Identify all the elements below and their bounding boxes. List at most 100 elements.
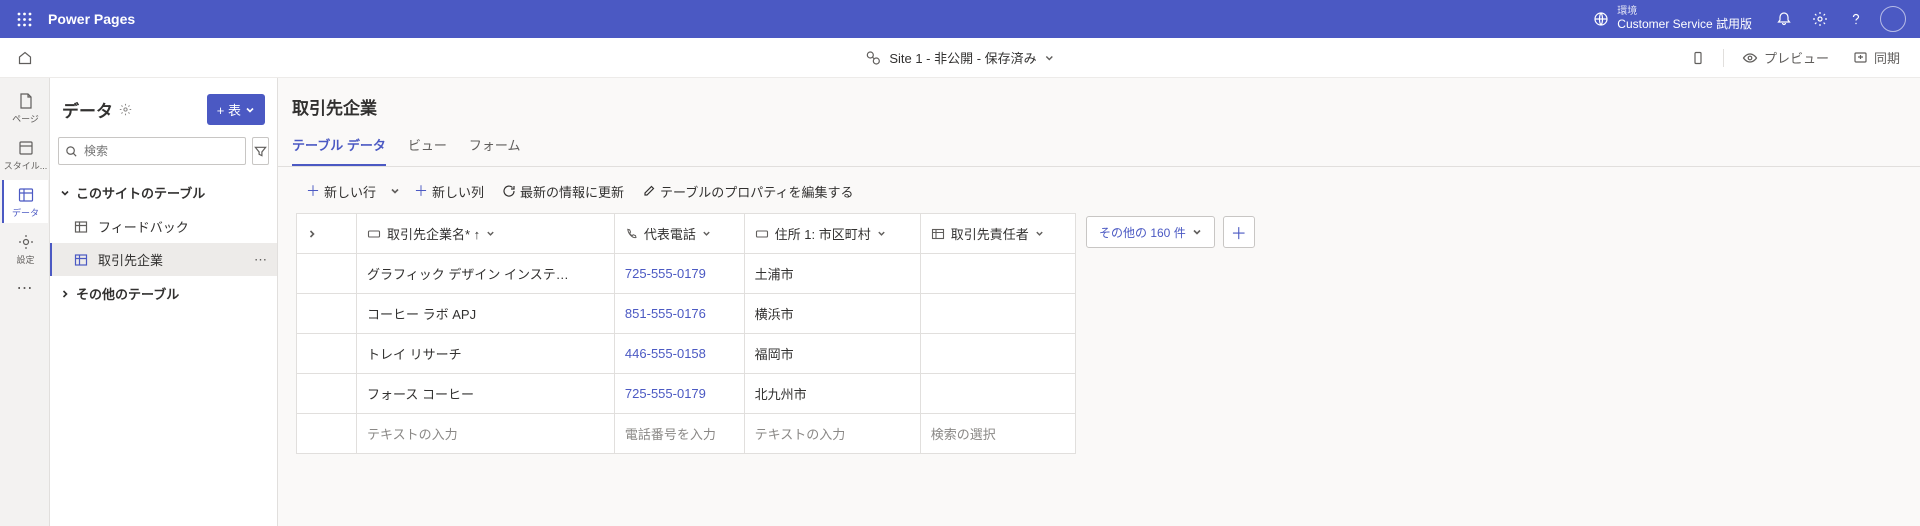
row-selector-header[interactable] bbox=[297, 214, 357, 254]
user-avatar[interactable] bbox=[1880, 6, 1906, 32]
row-selector[interactable] bbox=[297, 294, 357, 334]
cell-name[interactable]: グラフィック デザイン インステ… bbox=[357, 254, 615, 294]
help-button[interactable] bbox=[1838, 1, 1874, 37]
help-icon bbox=[1848, 11, 1864, 27]
table-icon bbox=[74, 253, 88, 267]
col-header-name[interactable]: 取引先企業名* ↑ bbox=[357, 214, 615, 254]
new-phone-cell[interactable]: 電話番号を入力 bbox=[614, 414, 744, 454]
settings-icon bbox=[17, 233, 35, 251]
sync-button[interactable]: 同期 bbox=[1847, 44, 1906, 71]
app-launcher[interactable] bbox=[8, 3, 40, 35]
chevron-down-icon bbox=[1192, 227, 1202, 237]
tab-view[interactable]: ビュー bbox=[408, 127, 447, 166]
notifications-button[interactable] bbox=[1766, 1, 1802, 37]
device-preview-button[interactable] bbox=[1685, 47, 1711, 69]
cell-city[interactable]: 福岡市 bbox=[744, 334, 920, 374]
new-row[interactable]: テキストの入力 電話番号を入力 テキストの入力 検索の選択 bbox=[297, 414, 1076, 454]
chevron-right-icon bbox=[307, 229, 317, 239]
search-icon bbox=[65, 145, 78, 158]
cell-owner[interactable] bbox=[920, 374, 1075, 414]
add-column-button[interactable]: ＋ bbox=[1223, 216, 1255, 248]
global-header: Power Pages 環境 Customer Service 試用版 bbox=[0, 0, 1920, 38]
new-row-button[interactable]: ＋新しい行 bbox=[300, 177, 382, 205]
command-bar: ＋新しい行 ＋新しい列 最新の情報に更新 テーブルのプロパティを編集する bbox=[278, 167, 1920, 213]
row-selector[interactable] bbox=[297, 374, 357, 414]
side-settings[interactable] bbox=[119, 103, 132, 116]
main-content: 取引先企業 テーブル データ ビュー フォーム ＋新しい行 ＋新しい列 最新の情… bbox=[278, 78, 1920, 526]
gear-icon bbox=[1812, 11, 1828, 27]
cell-phone[interactable]: 446-555-0158 bbox=[614, 334, 744, 374]
refresh-button[interactable]: 最新の情報に更新 bbox=[496, 178, 630, 205]
bell-icon bbox=[1776, 11, 1792, 27]
table-row[interactable]: コーヒー ラボ APJ851-555-0176横浜市 bbox=[297, 294, 1076, 334]
tab-form[interactable]: フォーム bbox=[469, 127, 521, 166]
edit-properties-button[interactable]: テーブルのプロパティを編集する bbox=[636, 178, 859, 205]
site-icon bbox=[865, 50, 881, 66]
tab-table-data[interactable]: テーブル データ bbox=[292, 127, 386, 166]
chevron-down-icon bbox=[245, 105, 255, 115]
cell-city[interactable]: 北九州市 bbox=[744, 374, 920, 414]
entity-tabs: テーブル データ ビュー フォーム bbox=[278, 127, 1920, 167]
page-icon bbox=[17, 92, 35, 110]
sidebar-item-feedback[interactable]: フィードバック bbox=[50, 210, 277, 243]
table-group-other[interactable]: その他のテーブル bbox=[50, 276, 277, 311]
cell-city[interactable]: 横浜市 bbox=[744, 294, 920, 334]
item-more[interactable]: ⋯ bbox=[254, 252, 267, 268]
col-header-city[interactable]: 住所 1: 市区町村 bbox=[744, 214, 920, 254]
phone-icon bbox=[1691, 51, 1705, 65]
rail-style[interactable]: スタイル... bbox=[2, 133, 48, 176]
lookup-field-icon bbox=[931, 227, 945, 241]
search-input-wrapper[interactable] bbox=[58, 137, 246, 165]
cell-owner[interactable] bbox=[920, 334, 1075, 374]
more-columns-button[interactable]: その他の 160 件 bbox=[1086, 216, 1215, 248]
cell-owner[interactable] bbox=[920, 294, 1075, 334]
waffle-icon bbox=[17, 12, 32, 27]
table-group-site[interactable]: このサイトのテーブル bbox=[50, 175, 277, 210]
col-header-owner[interactable]: 取引先責任者 bbox=[920, 214, 1075, 254]
cell-phone[interactable]: 725-555-0179 bbox=[614, 254, 744, 294]
new-name-cell[interactable]: テキストの入力 bbox=[357, 414, 615, 454]
cell-name[interactable]: トレイ リサーチ bbox=[357, 334, 615, 374]
sidebar-item-account[interactable]: 取引先企業 ⋯ bbox=[50, 243, 277, 276]
filter-button[interactable] bbox=[252, 137, 269, 165]
sidebar-item-label: 取引先企業 bbox=[98, 250, 163, 269]
new-city-cell[interactable]: テキストの入力 bbox=[744, 414, 920, 454]
settings-button[interactable] bbox=[1802, 1, 1838, 37]
cell-name[interactable]: コーヒー ラボ APJ bbox=[357, 294, 615, 334]
cell-city[interactable]: 土浦市 bbox=[744, 254, 920, 294]
text-field-icon bbox=[367, 227, 381, 241]
table-row[interactable]: トレイ リサーチ446-555-0158福岡市 bbox=[297, 334, 1076, 374]
rail-pages[interactable]: ページ bbox=[2, 86, 48, 129]
col-header-phone[interactable]: 代表電話 bbox=[614, 214, 744, 254]
site-status-dropdown[interactable]: Site 1 - 非公開 - 保存済み bbox=[865, 48, 1054, 67]
cell-name[interactable]: フォース コーヒー bbox=[357, 374, 615, 414]
new-owner-cell[interactable]: 検索の選択 bbox=[920, 414, 1075, 454]
environment-picker[interactable]: 環境 Customer Service 試用版 bbox=[1579, 6, 1766, 31]
rail-data[interactable]: データ bbox=[2, 180, 48, 223]
add-table-button[interactable]: + 表 bbox=[207, 94, 265, 125]
refresh-icon bbox=[502, 184, 516, 198]
table-row[interactable]: グラフィック デザイン インステ…725-555-0179土浦市 bbox=[297, 254, 1076, 294]
text-field-icon bbox=[755, 227, 769, 241]
chevron-down-icon bbox=[1035, 229, 1044, 238]
environment-name: Customer Service 試用版 bbox=[1617, 18, 1752, 32]
search-input[interactable] bbox=[84, 144, 239, 158]
data-icon bbox=[17, 186, 35, 204]
preview-button[interactable]: プレビュー bbox=[1736, 44, 1835, 71]
cell-phone[interactable]: 725-555-0179 bbox=[614, 374, 744, 414]
phone-field-icon bbox=[625, 227, 638, 240]
table-row[interactable]: フォース コーヒー725-555-0179北九州市 bbox=[297, 374, 1076, 414]
cell-owner[interactable] bbox=[920, 254, 1075, 294]
home-button[interactable] bbox=[0, 50, 50, 66]
row-selector[interactable] bbox=[297, 334, 357, 374]
rail-more[interactable]: ⋯ bbox=[17, 278, 33, 298]
cell-phone[interactable]: 851-555-0176 bbox=[614, 294, 744, 334]
chevron-down-icon bbox=[60, 188, 70, 198]
entity-title: 取引先企業 bbox=[278, 78, 1920, 127]
rail-settings[interactable]: 設定 bbox=[2, 227, 48, 270]
globe-icon bbox=[1593, 11, 1609, 27]
row-selector[interactable] bbox=[297, 254, 357, 294]
new-column-button[interactable]: ＋新しい列 bbox=[408, 177, 490, 205]
new-row-split[interactable] bbox=[388, 186, 402, 196]
style-icon bbox=[17, 139, 35, 157]
